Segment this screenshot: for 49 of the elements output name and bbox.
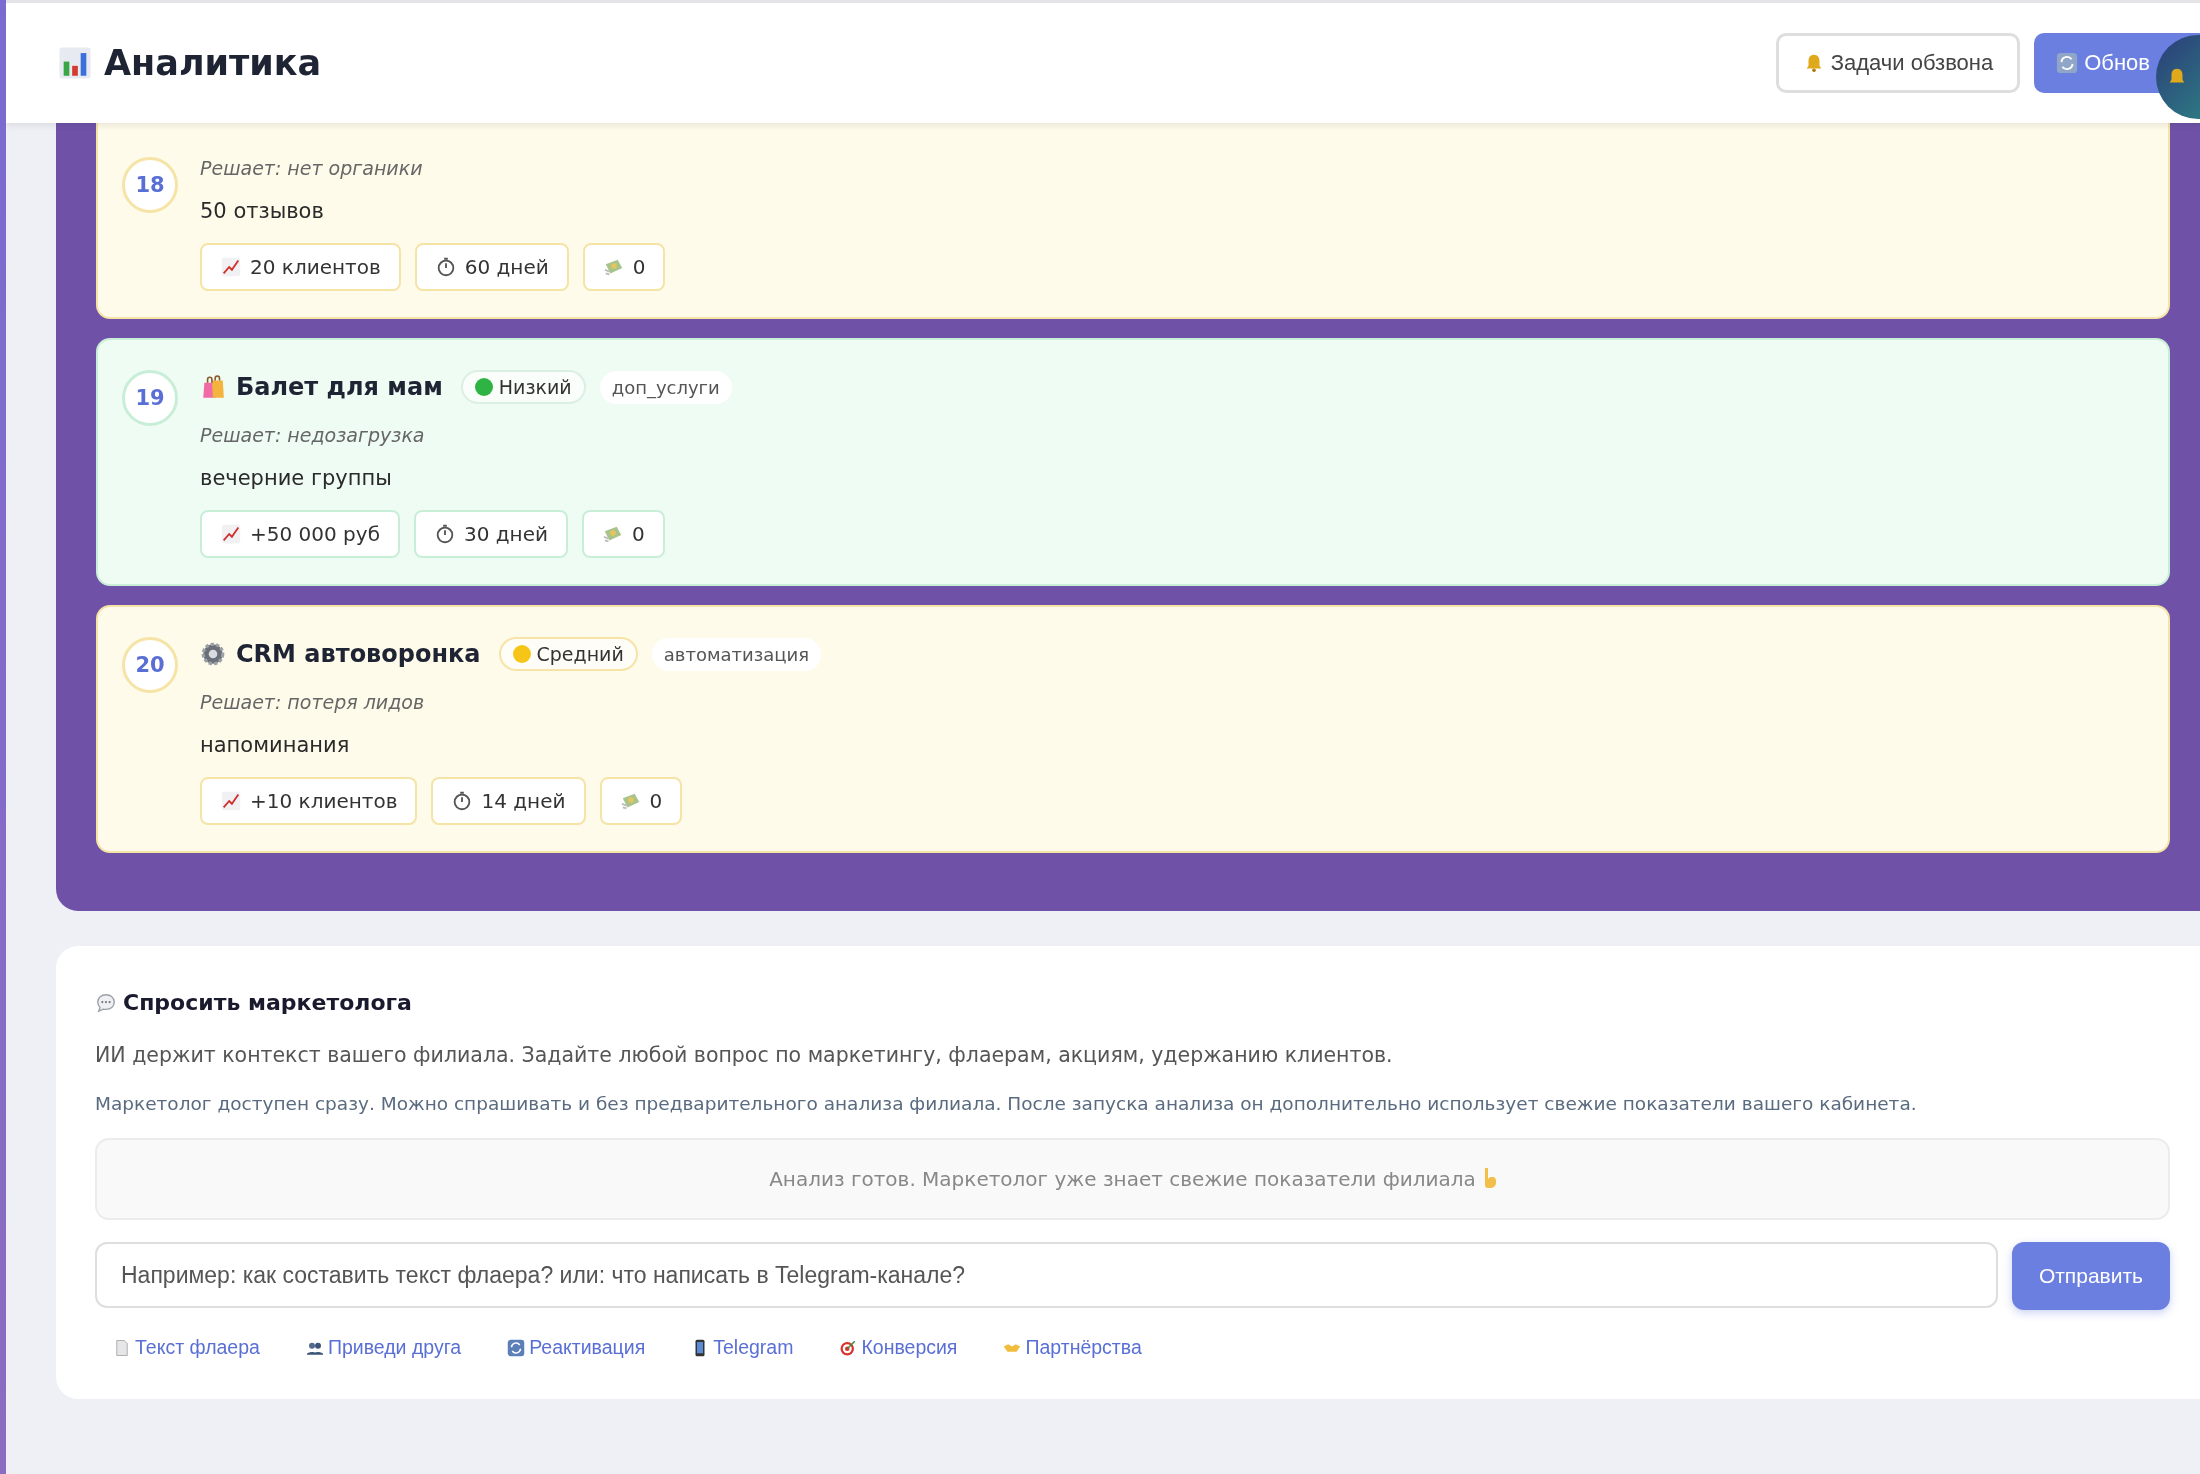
target-icon bbox=[839, 1338, 858, 1357]
call-tasks-button[interactable]: Задачи обзвона bbox=[1775, 33, 2021, 93]
chart-up-icon bbox=[220, 256, 242, 278]
priority-badge: Низкий bbox=[460, 370, 586, 404]
problem-text: Решает: недозагрузка bbox=[200, 424, 426, 446]
page-title: Аналитика bbox=[104, 43, 322, 83]
idea-text: напоминания bbox=[200, 733, 351, 757]
category-tag: доп_услуги bbox=[599, 370, 732, 404]
quick-prompt-link[interactable]: Партнёрства bbox=[1003, 1336, 1142, 1359]
intro-text: ИИ держит контекст вашего филиала. Задайте любой вопрос по маркетингу, флаерам, акциям, удержанию клиентов. bbox=[95, 1043, 1394, 1067]
metric-value: +10 клиентов bbox=[250, 789, 398, 813]
status-text: Анализ готов. Маркетолог уже знает свежие показатели филиала bbox=[769, 1167, 1476, 1191]
question-field[interactable]: Например: как составить текст флаера? или: что написать в Telegram-канале? bbox=[95, 1242, 1998, 1308]
quick-prompt-link[interactable]: Реактивация bbox=[507, 1336, 646, 1359]
document-icon bbox=[113, 1338, 131, 1357]
metric-value: 30 дней bbox=[463, 522, 548, 546]
metric-value: 0 bbox=[649, 789, 663, 813]
idea-text: 50 отзывов bbox=[200, 199, 325, 223]
speech-bubble-icon bbox=[95, 991, 117, 1014]
send-button[interactable]: Отправить bbox=[2012, 1242, 2170, 1310]
metric-value: +50 000 руб bbox=[250, 522, 380, 546]
number-badge: 18 bbox=[122, 157, 178, 213]
bar-chart-icon bbox=[58, 46, 92, 80]
refresh-icon bbox=[507, 1338, 526, 1357]
metric-value: 0 bbox=[632, 255, 646, 279]
metric-value: 20 клиентов bbox=[250, 255, 381, 279]
idea-text: вечерние группы bbox=[200, 466, 393, 490]
problem-text: Решает: потеря лидов bbox=[200, 691, 426, 713]
metric-value: 14 дней bbox=[481, 789, 566, 813]
number-badge: 19 bbox=[122, 370, 178, 426]
number-badge: 20 bbox=[122, 637, 178, 693]
refresh-icon bbox=[2056, 52, 2079, 74]
card-title: Балет для мам bbox=[236, 373, 443, 401]
category-tag: автоматизация bbox=[651, 637, 822, 671]
note-text: Маркетолог доступен сразу. Можно спрашивать и без предварительного анализа филиала. После запуска анализа он дополнительно использует свежие показатели вашего кабинета. bbox=[95, 1093, 1918, 1114]
chart-up-icon bbox=[220, 523, 242, 545]
shopping-bag-icon bbox=[200, 374, 226, 400]
quick-prompt-link[interactable]: Telegram bbox=[691, 1336, 794, 1359]
card-title: CRM автоворонка bbox=[236, 640, 481, 668]
priority-badge: Средний bbox=[498, 637, 638, 671]
metric-value: 60 дней bbox=[464, 255, 549, 279]
quick-prompt-link[interactable]: Приведи друга bbox=[305, 1336, 462, 1359]
quick-prompt-link[interactable]: Конверсия bbox=[839, 1336, 958, 1359]
metric-value: 0 bbox=[632, 522, 645, 546]
chart-up-icon bbox=[220, 790, 242, 812]
quick-prompt-link[interactable]: Текст флаера bbox=[113, 1336, 260, 1359]
problem-text: Решает: нет органики bbox=[200, 157, 424, 179]
gear-icon bbox=[200, 641, 226, 667]
section-title: Спросить маркетолога bbox=[123, 990, 412, 1015]
